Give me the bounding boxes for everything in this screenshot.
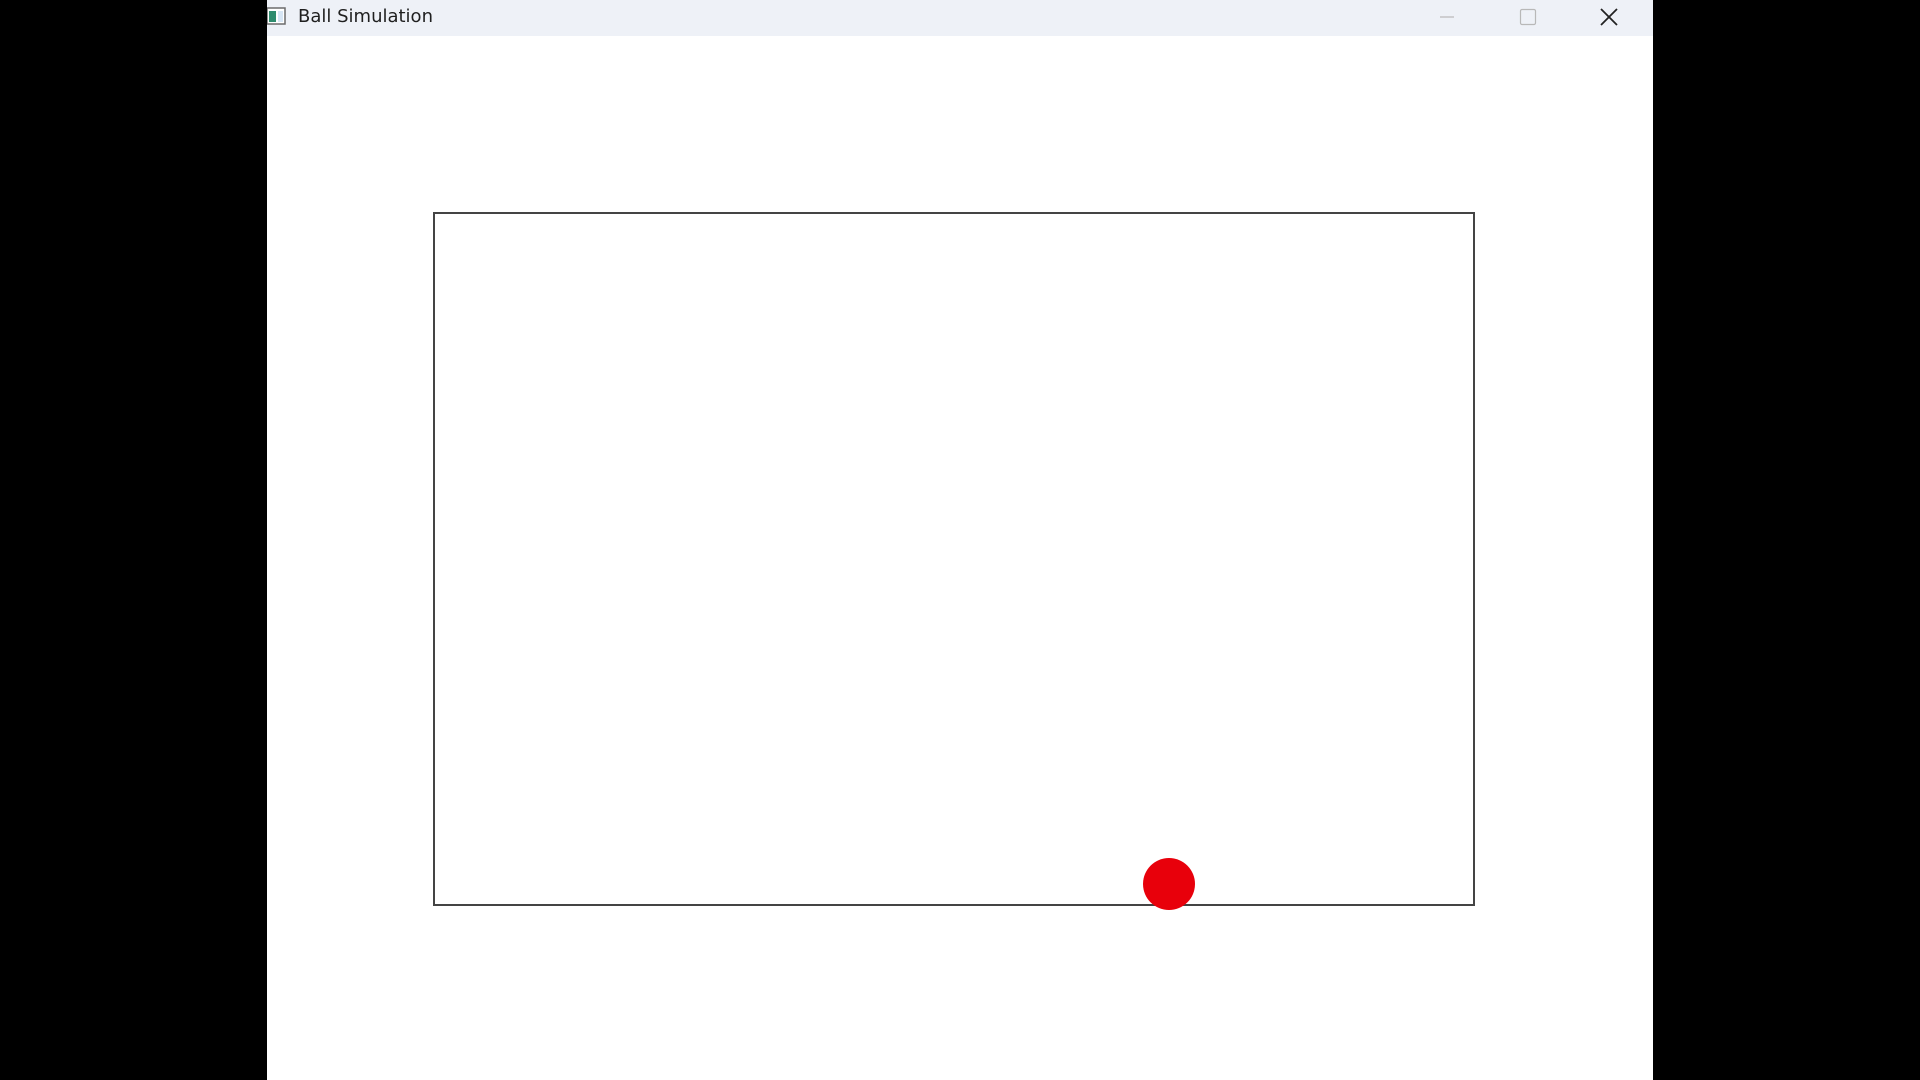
minimize-icon (1440, 16, 1454, 18)
close-button[interactable] (1579, 0, 1639, 34)
simulation-canvas[interactable] (433, 212, 1475, 910)
window-title: Ball Simulation (298, 6, 433, 27)
minimize-button[interactable] (1417, 0, 1477, 34)
app-window: Ball Simulation (266, 0, 1653, 1080)
title-bar[interactable]: Ball Simulation (266, 0, 1653, 36)
ball (1143, 858, 1195, 910)
close-icon (1600, 8, 1618, 26)
app-icon (266, 7, 287, 25)
maximize-button[interactable] (1498, 0, 1558, 34)
maximize-icon (1519, 8, 1537, 26)
